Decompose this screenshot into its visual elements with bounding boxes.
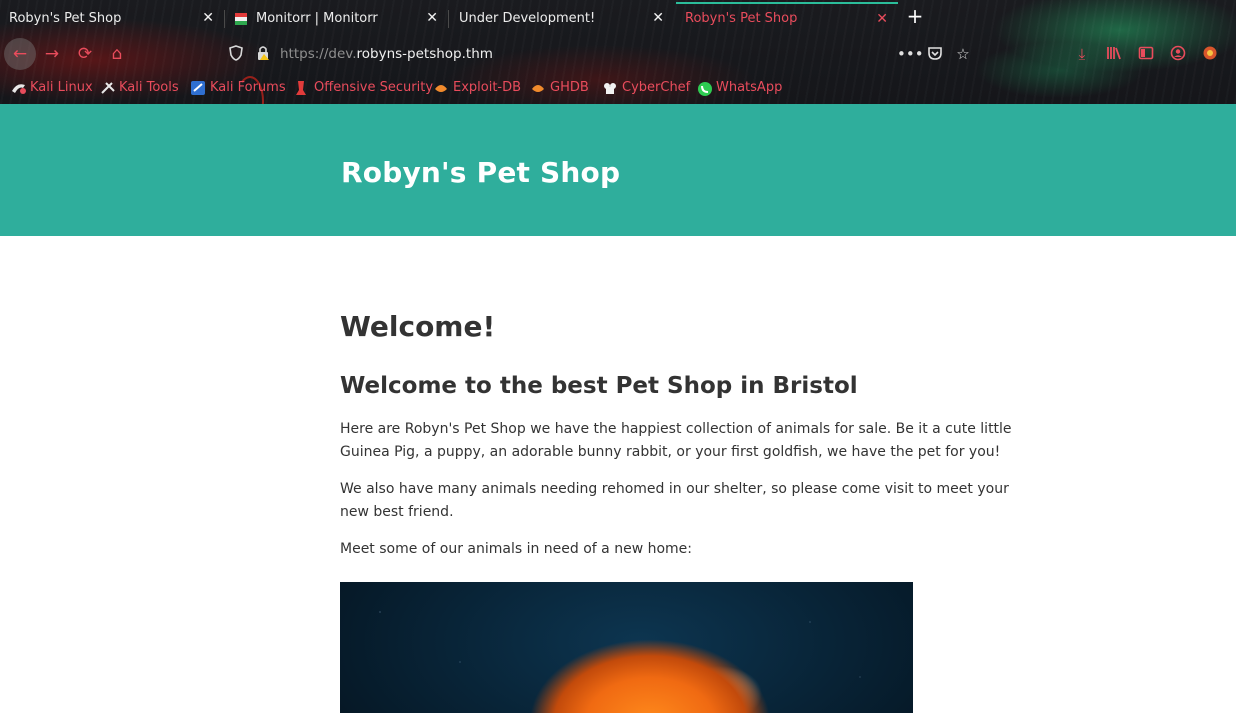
url-bar[interactable]: https://dev.robyns-petshop.thm xyxy=(222,42,982,66)
offsec-icon xyxy=(295,80,309,95)
new-tab-plus-icon[interactable]: + xyxy=(904,5,926,27)
url-prefix: https://dev. xyxy=(280,46,357,62)
exploitdb-icon xyxy=(434,81,448,95)
bookmarks-toolbar: Kali Linux Kali Tools Kali Forums Offens… xyxy=(0,78,1236,100)
close-icon[interactable]: ✕ xyxy=(652,10,664,26)
page-subheading: Welcome to the best Pet Shop in Bristol xyxy=(340,373,858,399)
tab-monitorr[interactable]: Monitorr | Monitorr ✕ xyxy=(226,3,449,34)
goldfish-image xyxy=(340,582,913,713)
url-host: robyns-petshop.thm xyxy=(356,46,493,62)
tab-title: Monitorr | Monitorr xyxy=(256,11,378,26)
sidebar-icon[interactable] xyxy=(1137,45,1155,63)
site-header: Robyn's Pet Shop xyxy=(0,104,1236,236)
bookmark-label: Kali Linux xyxy=(30,80,93,95)
bookmark-label: GHDB xyxy=(550,80,589,95)
bookmark-label: WhatsApp xyxy=(716,80,783,95)
back-arrow-icon[interactable]: ← xyxy=(10,44,30,64)
intro-paragraph: Here are Robyn's Pet Shop we have the ha… xyxy=(340,421,1012,460)
monitorr-favicon-icon xyxy=(235,12,247,25)
close-icon[interactable]: ✕ xyxy=(426,10,438,26)
kali-dragon-icon xyxy=(11,81,26,95)
home-icon[interactable]: ⌂ xyxy=(107,44,127,64)
bookmark-label: Kali Forums xyxy=(210,80,286,95)
kali-tools-icon xyxy=(100,81,115,95)
bookmark-star-icon[interactable]: ☆ xyxy=(954,45,972,63)
page-actions-more-icon[interactable]: ••• xyxy=(897,45,924,63)
pocket-icon[interactable] xyxy=(926,45,944,63)
kali-forums-icon xyxy=(191,80,205,95)
site-title: Robyn's Pet Shop xyxy=(341,156,621,189)
library-icon[interactable] xyxy=(1105,45,1123,63)
close-icon[interactable]: ✕ xyxy=(876,11,888,27)
ghdb-icon xyxy=(531,81,545,95)
forward-arrow-icon[interactable]: → xyxy=(42,44,62,64)
whatsapp-icon xyxy=(697,81,712,96)
tab-strip: Robyn's Pet Shop ✕ Monitorr | Monitorr ✕… xyxy=(0,0,1236,36)
tab-under-development[interactable]: Under Development! ✕ xyxy=(450,3,674,34)
tab-title: Under Development! xyxy=(459,11,596,26)
reload-icon[interactable]: ⟳ xyxy=(75,44,95,64)
bookmark-label: Kali Tools xyxy=(119,80,179,95)
page-heading: Welcome! xyxy=(340,310,496,343)
main-content: Welcome! Welcome to the best Pet Shop in… xyxy=(340,310,1030,575)
tab-petshop-active[interactable]: Robyn's Pet Shop ✕ xyxy=(676,2,898,33)
insecure-lock-icon[interactable] xyxy=(256,45,270,61)
extension-icon[interactable] xyxy=(1201,45,1219,63)
account-icon[interactable] xyxy=(1169,45,1187,63)
tracking-shield-icon[interactable] xyxy=(229,45,243,61)
bookmark-label: Exploit-DB xyxy=(453,80,522,95)
bookmark-label: CyberChef xyxy=(622,80,691,95)
tab-separator xyxy=(448,10,449,28)
bookmark-kali-linux[interactable]: Kali Linux xyxy=(11,80,93,95)
tab-separator xyxy=(224,10,225,28)
browser-chrome: Robyn's Pet Shop ✕ Monitorr | Monitorr ✕… xyxy=(0,0,1236,104)
bookmark-offensive-security[interactable]: Offensive Security xyxy=(295,80,433,95)
bookmark-whatsapp[interactable]: WhatsApp xyxy=(697,80,783,96)
tab-title: Robyn's Pet Shop xyxy=(685,11,798,26)
bookmark-cyberchef[interactable]: CyberChef xyxy=(603,80,690,95)
close-icon[interactable]: ✕ xyxy=(202,10,214,26)
shelter-paragraph: We also have many animals needing rehome… xyxy=(340,481,1009,520)
tab-title: Robyn's Pet Shop xyxy=(9,11,122,26)
bookmark-ghdb[interactable]: GHDB xyxy=(531,80,589,95)
navigation-bar: ← → ⟳ ⌂ https://dev.robyns-petshop.thm •… xyxy=(0,36,1236,104)
bookmark-exploit-db[interactable]: Exploit-DB xyxy=(434,80,521,95)
bookmark-kali-tools[interactable]: Kali Tools xyxy=(100,80,179,95)
bookmark-label: Offensive Security xyxy=(314,80,434,95)
tab-petshop-1[interactable]: Robyn's Pet Shop ✕ xyxy=(0,3,225,34)
bookmark-kali-forums[interactable]: Kali Forums xyxy=(191,80,286,95)
animals-intro-paragraph: Meet some of our animals in need of a ne… xyxy=(340,541,693,557)
downloads-icon[interactable]: ⤓ xyxy=(1073,45,1091,63)
url-text[interactable]: https://dev.robyns-petshop.thm xyxy=(280,46,493,62)
cyberchef-icon xyxy=(603,81,617,95)
